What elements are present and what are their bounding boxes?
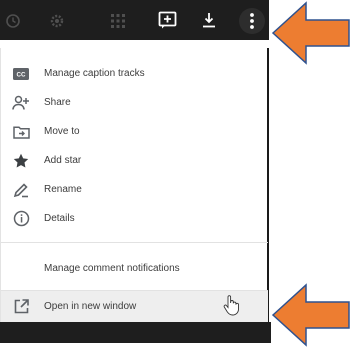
menu-item-move-to[interactable]: Move to bbox=[1, 117, 268, 146]
hand-cursor-icon bbox=[222, 294, 240, 321]
menu-divider bbox=[1, 242, 268, 243]
menu-item-add-star[interactable]: Add star bbox=[1, 146, 268, 175]
menu-item-label: Add star bbox=[44, 155, 82, 166]
add-comment-icon[interactable] bbox=[156, 9, 178, 31]
add-person-icon bbox=[11, 93, 31, 113]
star-icon bbox=[11, 151, 31, 171]
history-icon[interactable] bbox=[4, 12, 22, 30]
menu-item-label: Manage caption tracks bbox=[44, 68, 145, 79]
callout-arrow-top bbox=[271, 1, 350, 65]
menu-item-label: Move to bbox=[44, 126, 80, 137]
menu-item-label: Manage comment notifications bbox=[44, 263, 180, 274]
menu-item-open-in-new-window[interactable]: Open in new window bbox=[1, 291, 268, 322]
svg-text:CC: CC bbox=[17, 71, 26, 78]
more-actions-menu: CC Manage caption tracks Share Move to A… bbox=[0, 48, 269, 322]
menu-item-manage-comment-notifications[interactable]: Manage comment notifications bbox=[1, 254, 268, 283]
menu-item-details[interactable]: Details bbox=[1, 204, 268, 233]
menu-item-share[interactable]: Share bbox=[1, 88, 268, 117]
more-vert-icon[interactable] bbox=[239, 8, 265, 34]
open-in-new-icon bbox=[11, 297, 31, 317]
menu-item-label: Rename bbox=[44, 184, 82, 195]
callout-arrow-bottom bbox=[271, 283, 350, 347]
move-to-folder-icon bbox=[11, 122, 31, 142]
menu-item-label: Open in new window bbox=[44, 301, 137, 312]
settings-icon[interactable] bbox=[48, 12, 66, 30]
menu-item-label: Share bbox=[44, 97, 71, 108]
info-icon bbox=[11, 209, 31, 229]
closed-caption-icon: CC bbox=[11, 64, 31, 84]
download-icon[interactable] bbox=[199, 10, 219, 30]
pencil-icon bbox=[11, 180, 31, 200]
grid-icon[interactable] bbox=[110, 13, 126, 29]
menu-item-label: Details bbox=[44, 213, 75, 224]
menu-item-manage-caption-tracks[interactable]: CC Manage caption tracks bbox=[1, 59, 268, 88]
video-toolbar bbox=[0, 0, 269, 40]
video-bottom-bar bbox=[0, 322, 271, 343]
menu-item-rename[interactable]: Rename bbox=[1, 175, 268, 204]
